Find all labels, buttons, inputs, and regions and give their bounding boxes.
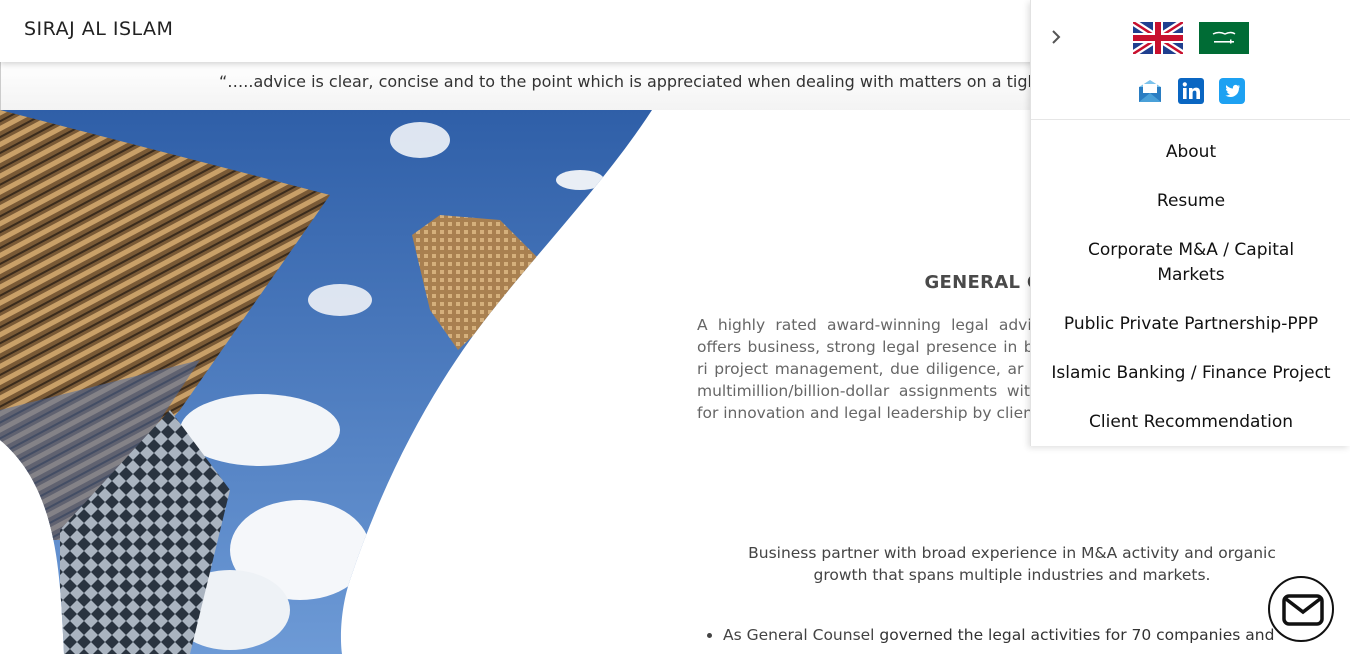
saudi-flag-icon[interactable]: [1199, 22, 1249, 54]
list-item-rest: governed the legal activities for 70 com…: [879, 626, 1275, 644]
list-item: As General Counsel governed the legal ac…: [723, 624, 1327, 646]
twitter-icon[interactable]: [1219, 78, 1245, 104]
mail-contact-button[interactable]: [1268, 576, 1334, 642]
skyscraper-illustration: [0, 110, 652, 654]
menu-item-corporate-ma[interactable]: Corporate M&A / Capital Markets: [1031, 238, 1350, 288]
experience-list: As General Counsel governed the legal ac…: [723, 624, 1327, 646]
email-icon[interactable]: [1137, 78, 1163, 104]
list-item-lead: As General Counsel: [723, 626, 880, 644]
menu-item-client-recommendation[interactable]: Client Recommendation: [1031, 410, 1350, 435]
panel-divider: [1031, 119, 1350, 120]
menu-item-islamic-banking[interactable]: Islamic Banking / Finance Project: [1031, 361, 1350, 386]
hero-image: [0, 110, 700, 654]
menu-item-about[interactable]: About: [1031, 140, 1350, 165]
mail-icon: [1282, 594, 1324, 626]
menu-item-ppp[interactable]: Public Private Partnership-PPP: [1031, 312, 1350, 337]
site-title[interactable]: SIRAJ AL ISLAM: [24, 18, 173, 40]
side-menu-panel: About Resume Corporate M&A / Capital Mar…: [1030, 0, 1350, 446]
menu-item-resume[interactable]: Resume: [1031, 189, 1350, 214]
ticker-quote: “…..advice is clear, concise and to the …: [219, 72, 1127, 91]
linkedin-icon[interactable]: [1178, 78, 1204, 104]
side-menu: About Resume Corporate M&A / Capital Mar…: [1031, 140, 1350, 459]
uk-flag-icon[interactable]: [1131, 19, 1185, 57]
chevron-right-icon[interactable]: [1045, 26, 1067, 48]
tagline-paragraph: Business partner with broad experience i…: [748, 544, 1276, 584]
